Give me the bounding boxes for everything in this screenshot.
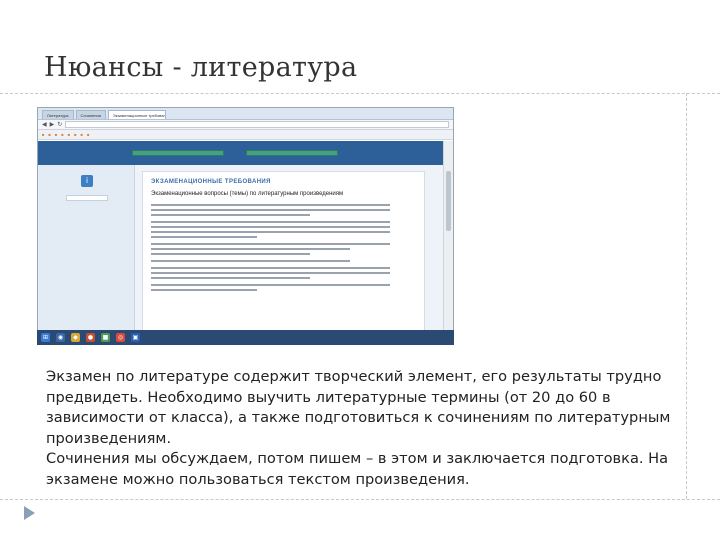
bookmark-item[interactable] [42, 132, 44, 137]
browser-tab[interactable]: Сочинения [75, 110, 106, 119]
back-icon[interactable]: ◀ [42, 121, 47, 129]
scrollbar[interactable] [443, 141, 453, 344]
explorer-icon[interactable]: ◆ [71, 333, 80, 342]
body-paragraph: Экзамен по литературе содержит творчески… [46, 368, 671, 447]
info-icon[interactable]: i [81, 175, 93, 187]
text-block [151, 221, 416, 238]
refresh-icon[interactable]: ↻ [57, 121, 62, 129]
browser-tabstrip: Литература Сочинения Экзаменационные тре… [38, 108, 453, 120]
text-block [151, 260, 416, 262]
bookmark-item[interactable] [74, 132, 76, 137]
bullet-arrow-icon [24, 506, 35, 520]
browser-tab[interactable]: Литература [42, 110, 74, 119]
bookmarks-bar [38, 130, 453, 140]
text-block [151, 267, 416, 279]
bookmark-item[interactable] [48, 132, 50, 137]
text-block [151, 243, 416, 255]
embedded-screenshot: Литература Сочинения Экзаменационные тре… [37, 107, 454, 345]
top-divider [0, 93, 720, 94]
browser-tab-active[interactable]: Экзаменационные требования [107, 110, 166, 119]
bookmark-item[interactable] [68, 132, 70, 137]
app-icon[interactable]: ■ [101, 333, 110, 342]
bottom-divider [0, 499, 720, 500]
start-icon[interactable]: ⊞ [41, 333, 50, 342]
bookmark-item[interactable] [87, 132, 89, 137]
slide-title: Нюансы - литература [44, 52, 358, 83]
url-field[interactable] [65, 121, 449, 128]
site-viewport: i ЭКЗАМЕНАЦИОННЫЕ ТРЕБОВАНИЯ Экзаменацио… [38, 141, 443, 344]
site-header [38, 141, 443, 165]
bookmark-item[interactable] [55, 132, 57, 137]
site-content: ЭКЗАМЕНАЦИОННЫЕ ТРЕБОВАНИЯ Экзаменационн… [142, 171, 425, 344]
windows-taskbar: ⊞ ◉ ◆ ● ■ ◎ ▣ [37, 330, 454, 345]
browser-icon[interactable]: ◉ [56, 333, 65, 342]
site-nav-button[interactable] [132, 150, 224, 156]
site-nav-button[interactable] [246, 150, 338, 156]
forward-icon[interactable]: ▶ [50, 121, 55, 129]
sidebar-box [66, 195, 108, 201]
content-heading: ЭКЗАМЕНАЦИОННЫЕ ТРЕБОВАНИЯ [151, 179, 271, 185]
slide-body-text: Экзамен по литературе содержит творчески… [46, 367, 676, 490]
word-icon[interactable]: ▣ [131, 333, 140, 342]
content-subheading: Экзаменационные вопросы (темы) по литера… [151, 191, 344, 197]
scrollbar-thumb[interactable] [446, 171, 451, 231]
media-icon[interactable]: ● [86, 333, 95, 342]
chrome-icon[interactable]: ◎ [116, 333, 125, 342]
body-paragraph: Сочинения мы обсуждаем, потом пишем – в … [46, 450, 669, 488]
text-block [151, 284, 416, 291]
right-divider [686, 93, 687, 499]
browser-address-bar: ◀ ▶ ↻ [38, 120, 453, 130]
site-sidebar: i [38, 165, 135, 344]
text-block [151, 204, 416, 216]
bookmark-item[interactable] [61, 132, 63, 137]
bookmark-item[interactable] [81, 132, 83, 137]
